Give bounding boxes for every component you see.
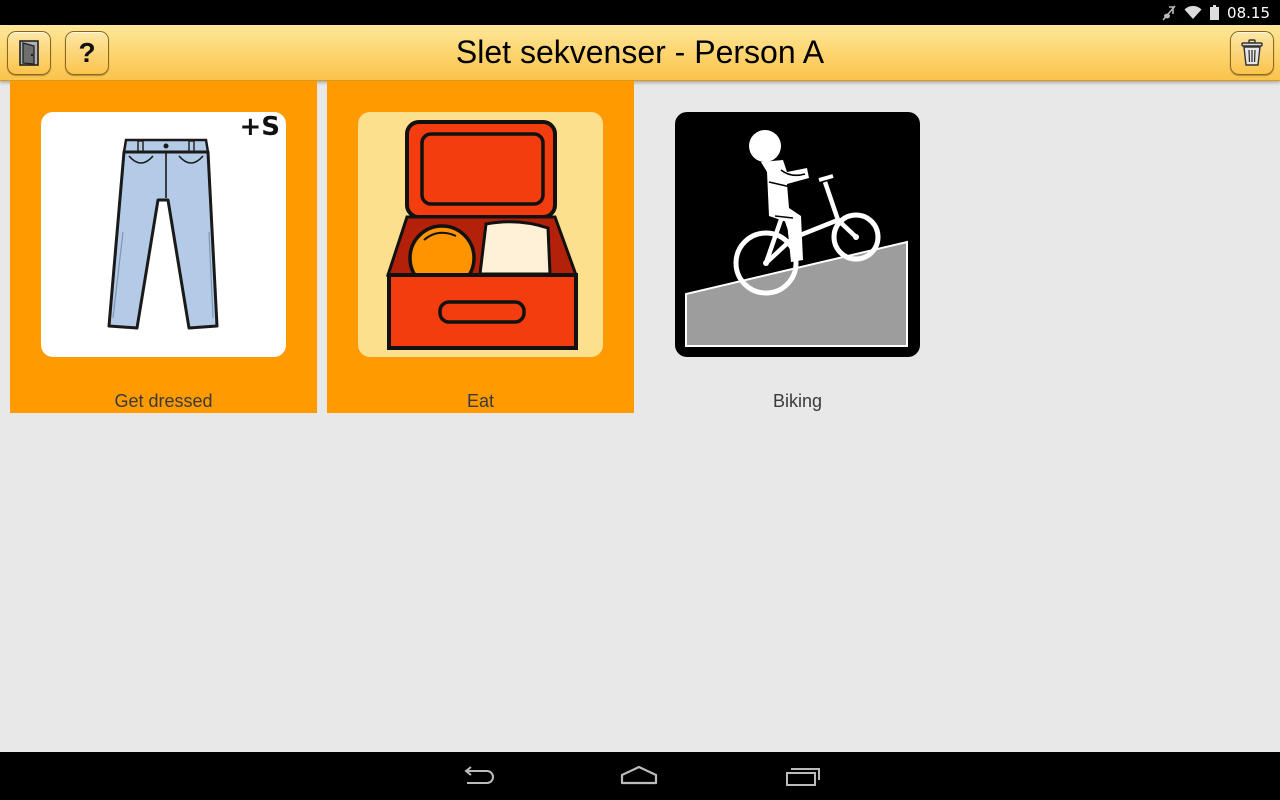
recents-button[interactable]	[763, 752, 843, 800]
sequence-tile-eat[interactable]: Eat	[327, 81, 634, 413]
sequence-label: Get dressed	[114, 391, 213, 411]
sequence-badge: +S	[239, 112, 280, 142]
sequence-tile-get-dressed[interactable]: +S Get dressed	[10, 81, 317, 413]
wifi-icon	[1184, 5, 1202, 19]
system-nav-bar	[0, 752, 1280, 800]
status-bar: 08.15	[0, 0, 1280, 25]
battery-icon	[1210, 5, 1220, 20]
back-icon	[464, 766, 494, 784]
action-bar: ? Slet sekvenser - Person A	[0, 25, 1280, 81]
status-icons: 08.15	[1162, 0, 1270, 25]
delete-button[interactable]	[1230, 31, 1274, 75]
recents-icon	[786, 768, 820, 786]
home-button[interactable]	[599, 752, 679, 800]
biking-pictogram	[675, 112, 920, 357]
exit-door-icon	[19, 40, 39, 66]
page-title: Slet sekvenser - Person A	[455, 34, 825, 70]
sequence-tile-biking[interactable]: Biking	[644, 81, 951, 413]
lunchbox-pictogram	[358, 112, 603, 357]
exit-button[interactable]	[7, 31, 51, 75]
help-button[interactable]: ?	[65, 31, 109, 75]
mute-icon	[1162, 5, 1176, 20]
help-icon: ?	[78, 37, 96, 68]
status-time: 08.15	[1227, 3, 1270, 22]
trash-icon	[1241, 39, 1263, 66]
sequence-label: Biking	[772, 391, 823, 411]
jeans-pictogram: +S	[41, 112, 286, 357]
home-icon	[620, 765, 658, 785]
back-button[interactable]	[437, 752, 517, 800]
sequence-label: Eat	[466, 391, 495, 411]
